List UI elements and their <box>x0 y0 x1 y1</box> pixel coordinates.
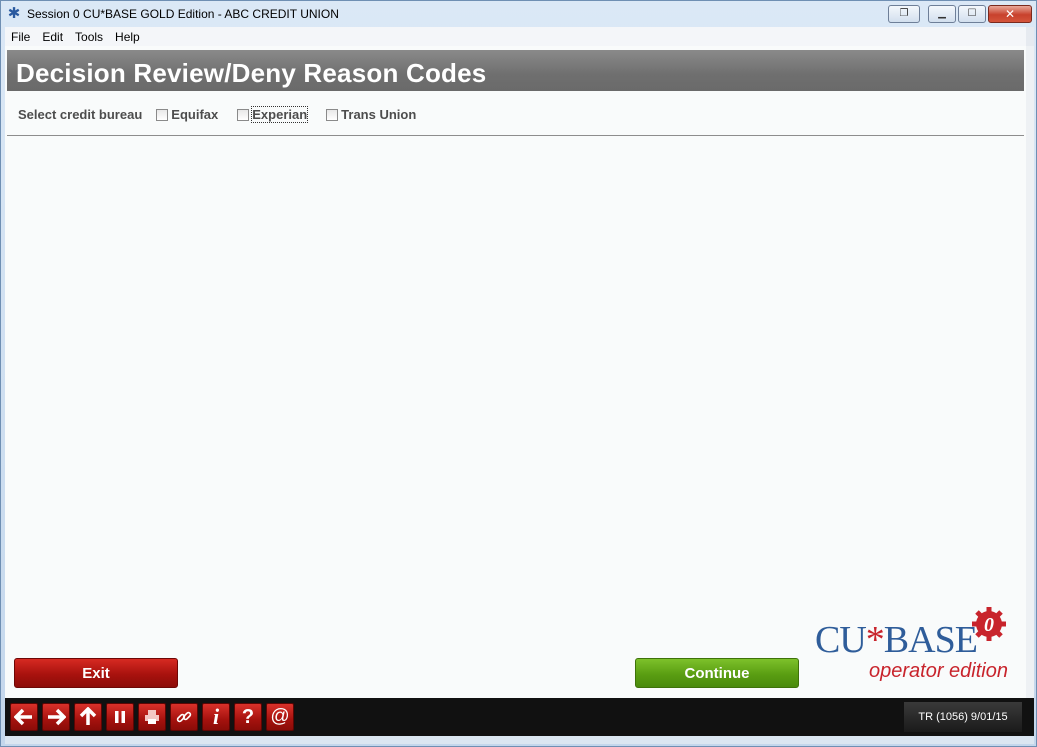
page-title: Decision Review/Deny Reason Codes <box>16 58 487 88</box>
menu-edit[interactable]: Edit <box>36 30 69 44</box>
credit-bureau-selector: Select credit bureau Equifax Experian Tr… <box>18 106 435 123</box>
divider <box>7 135 1024 136</box>
exit-button[interactable]: Exit <box>14 658 178 688</box>
minimize-icon[interactable]: ▁ <box>928 5 956 23</box>
window-title: Session 0 CU*BASE GOLD Edition - ABC CRE… <box>27 7 339 21</box>
bottom-toolbar: i ? @ TR (1056) 9/01/15 <box>5 698 1034 736</box>
help-icon[interactable]: ? <box>234 703 262 731</box>
logo-brand: CU*BASE <box>815 619 978 661</box>
experian-label[interactable]: Experian <box>251 106 309 123</box>
info-icon[interactable]: i <box>202 703 230 731</box>
forward-arrow-icon[interactable] <box>42 703 70 731</box>
experian-option[interactable]: Experian <box>237 106 309 123</box>
trans-union-label[interactable]: Trans Union <box>341 107 416 122</box>
menu-scroll-edge <box>1026 27 1034 46</box>
experian-checkbox[interactable] <box>237 108 250 121</box>
menu-tools[interactable]: Tools <box>69 30 109 44</box>
app-window: ✱ Session 0 CU*BASE GOLD Edition - ABC C… <box>0 0 1037 747</box>
back-arrow-icon[interactable] <box>10 703 38 731</box>
gear-digit: 0 <box>984 614 994 636</box>
cubase-logo: 0 CU*BASE operator edition <box>811 606 1011 686</box>
equifax-checkbox[interactable] <box>156 108 169 121</box>
trans-union-checkbox[interactable] <box>326 108 339 121</box>
trans-union-option[interactable]: Trans Union <box>326 107 416 122</box>
equifax-label[interactable]: Equifax <box>171 107 218 122</box>
menu-bar: File Edit Tools Help <box>5 27 1034 46</box>
vertical-scrollbar[interactable] <box>1026 46 1034 698</box>
cu-asterisk-icon: ✱ <box>7 5 21 22</box>
restore-icon[interactable]: ❐ <box>888 5 920 23</box>
link-icon[interactable] <box>170 703 198 731</box>
up-arrow-icon[interactable] <box>74 703 102 731</box>
content-area: Decision Review/Deny Reason Codes Select… <box>5 46 1034 698</box>
maximize-icon[interactable]: ☐ <box>958 5 986 23</box>
email-icon[interactable]: @ <box>266 703 294 731</box>
menu-help[interactable]: Help <box>109 30 146 44</box>
equifax-option[interactable]: Equifax <box>156 107 218 122</box>
page-header: Decision Review/Deny Reason Codes <box>7 50 1024 91</box>
close-icon[interactable]: ✕ <box>988 5 1032 23</box>
continue-button[interactable]: Continue <box>635 658 799 688</box>
logo-tagline: operator edition <box>869 660 1008 682</box>
session-status: TR (1056) 9/01/15 <box>904 702 1022 732</box>
menu-file[interactable]: File <box>5 30 36 44</box>
print-icon[interactable] <box>138 703 166 731</box>
window-bottom-border <box>5 736 1034 744</box>
bureau-label: Select credit bureau <box>18 107 143 122</box>
pause-icon[interactable] <box>106 703 134 731</box>
title-bar[interactable]: ✱ Session 0 CU*BASE GOLD Edition - ABC C… <box>1 1 1036 27</box>
